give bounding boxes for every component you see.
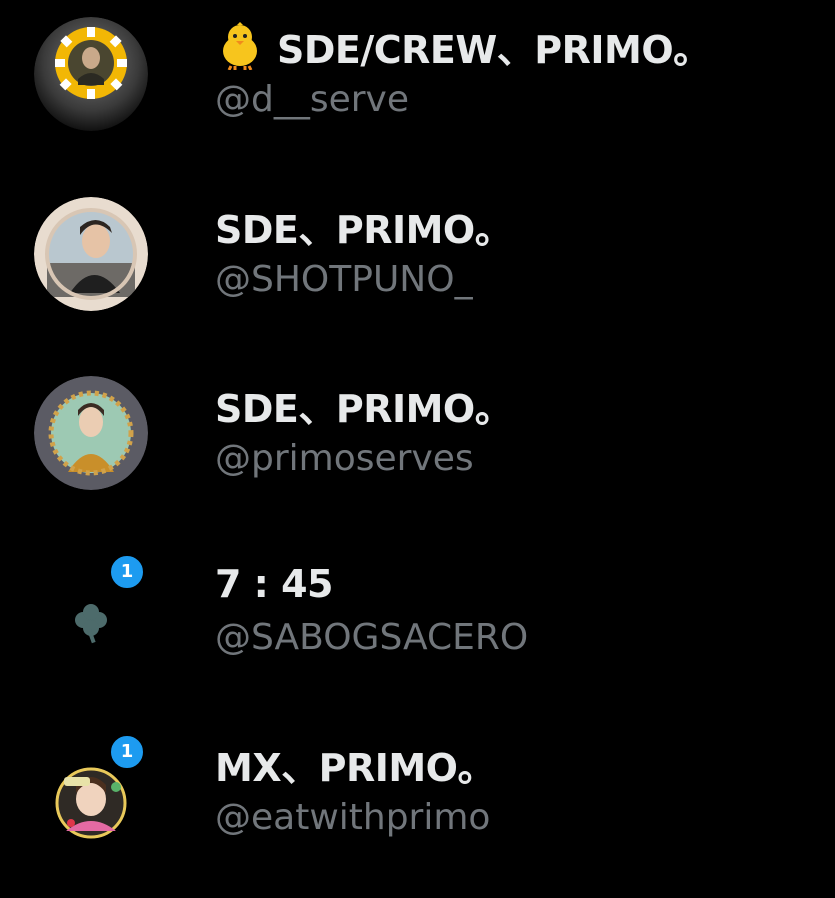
chick-icon <box>215 22 265 71</box>
account-text[interactable]: SDE、PRIMO。 @SHOTPUNO_ <box>215 202 815 304</box>
display-name-text[interactable]: SDE/CREW、PRIMO。 <box>277 19 711 74</box>
account-row-d-serve[interactable]: SDE/CREW、PRIMO。 @d__serve <box>0 0 835 180</box>
display-name-text[interactable]: MX、PRIMO。 <box>215 737 495 792</box>
account-text[interactable]: SDE/CREW、PRIMO。 @d__serve <box>215 22 815 124</box>
avatar[interactable] <box>34 17 148 131</box>
avatar[interactable] <box>34 197 148 311</box>
account-row-primoserves[interactable]: SDE、PRIMO。 @primoserves <box>0 359 835 539</box>
account-list: SDE/CREW、PRIMO。 @d__serve SDE、PRIMO。 @SH… <box>0 0 835 859</box>
notification-badge: 1 <box>108 733 146 771</box>
account-row-eatwithprimo[interactable]: 1 MX、PRIMO。 @eatwithprimo <box>0 718 835 898</box>
handle[interactable]: @primoserves <box>215 435 815 483</box>
display-name[interactable]: MX、PRIMO。 <box>215 740 815 790</box>
account-row-shotpuno[interactable]: SDE、PRIMO。 @SHOTPUNO_ <box>0 180 835 360</box>
handle[interactable]: @SABOGSACERO <box>215 614 815 662</box>
handle[interactable]: @eatwithprimo <box>215 794 815 842</box>
display-name-text[interactable]: SDE、PRIMO。 <box>215 378 513 433</box>
handle[interactable]: @SHOTPUNO_ <box>215 256 815 304</box>
display-name[interactable]: SDE、PRIMO。 <box>215 202 815 252</box>
avatar-container[interactable]: 1 <box>34 553 148 669</box>
handle[interactable]: @d__serve <box>215 76 815 124</box>
avatar-container[interactable]: 1 <box>34 733 148 849</box>
display-name-text[interactable]: 7 : 45 <box>215 562 333 606</box>
avatar-container[interactable] <box>34 197 148 311</box>
display-name-text[interactable]: SDE、PRIMO。 <box>215 199 513 254</box>
account-row-sabogsacero[interactable]: 1 7 : 45 @SABOGSACERO <box>0 538 835 718</box>
avatar-container[interactable] <box>34 17 148 131</box>
avatar-container[interactable] <box>34 376 148 490</box>
display-name[interactable]: SDE、PRIMO。 <box>215 381 815 431</box>
avatar[interactable] <box>34 376 148 490</box>
account-text[interactable]: SDE、PRIMO。 @primoserves <box>215 381 815 483</box>
account-text[interactable]: MX、PRIMO。 @eatwithprimo <box>215 740 815 842</box>
display-name[interactable]: SDE/CREW、PRIMO。 <box>215 22 815 72</box>
display-name[interactable]: 7 : 45 <box>215 560 815 608</box>
notification-badge: 1 <box>108 553 146 591</box>
account-text[interactable]: 7 : 45 @SABOGSACERO <box>215 560 815 662</box>
